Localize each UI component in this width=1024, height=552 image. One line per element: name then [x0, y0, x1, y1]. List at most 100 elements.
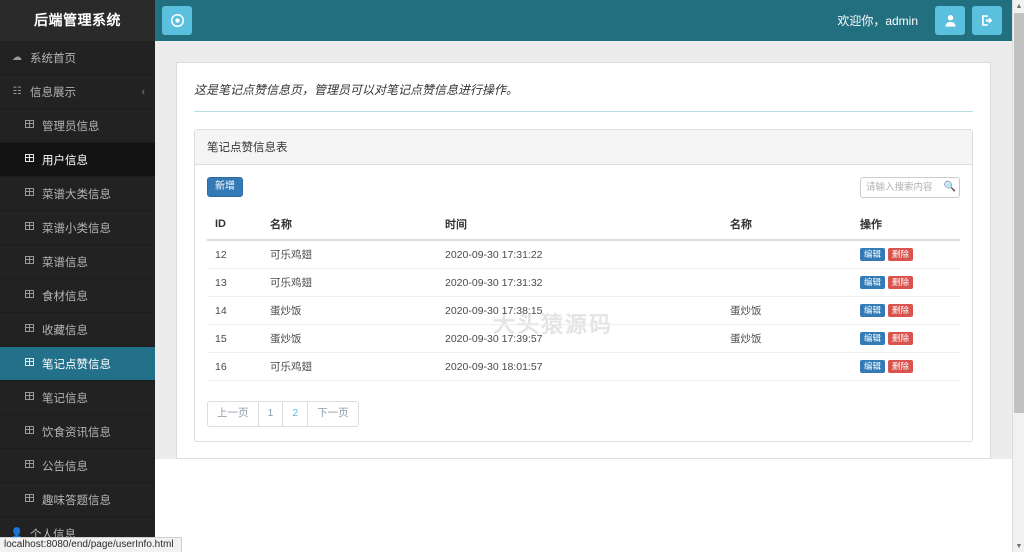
- vertical-scrollbar[interactable]: ▲ ▼: [1012, 0, 1024, 552]
- delete-button[interactable]: 删除: [888, 359, 914, 374]
- sidebar-item-favorite-info[interactable]: 收藏信息: [0, 313, 155, 347]
- user-icon: [944, 14, 956, 27]
- sidebar-item-label: 系统首页: [30, 52, 76, 65]
- sidebar-item-announcement-info[interactable]: 公告信息: [0, 449, 155, 483]
- sidebar-item-recipe-subcategory[interactable]: 菜谱小类信息: [0, 211, 155, 245]
- table-row: 15 蛋炒饭 2020-09-30 17:39:57 蛋炒饭 编辑 删除: [207, 324, 960, 353]
- sidebar-item-label: 食材信息: [42, 290, 88, 303]
- table-icon: [22, 426, 36, 437]
- cell-name: 可乐鸡翅: [262, 268, 437, 297]
- edit-button[interactable]: 编辑: [860, 275, 886, 290]
- header-right-group: 欢迎你，admin: [837, 6, 1012, 35]
- table-icon: [22, 120, 36, 131]
- page-panel: 这是笔记点赞信息页，管理员可以对笔记点赞信息进行操作。 笔记点赞信息表 新增 🔍…: [176, 62, 991, 459]
- delete-button[interactable]: 删除: [888, 331, 914, 346]
- table-toolbar: 新增 🔍: [207, 174, 960, 200]
- table-icon: [22, 222, 36, 233]
- search-box: 🔍: [860, 176, 960, 198]
- sidebar-item-admin-info[interactable]: 管理员信息: [0, 109, 155, 143]
- cell-name-2: 蛋炒饭: [722, 296, 852, 325]
- table-head: ID 名称 时间 名称 操作: [207, 209, 960, 241]
- sidebar-item-home[interactable]: ☁ 系统首页: [0, 41, 155, 75]
- sitemap-icon: ☷: [12, 85, 22, 97]
- sidebar-item-recipe-info[interactable]: 菜谱信息: [0, 245, 155, 279]
- delete-button[interactable]: 删除: [888, 303, 914, 318]
- table-icon: [22, 188, 36, 199]
- table-row: 16 可乐鸡翅 2020-09-30 18:01:57 编辑 删除: [207, 352, 960, 381]
- cell-actions: 编辑 删除: [852, 239, 960, 269]
- sidebar-item-user-info[interactable]: 用户信息: [0, 143, 155, 177]
- main-content-area: 这是笔记点赞信息页，管理员可以对笔记点赞信息进行操作。 笔记点赞信息表 新增 🔍…: [155, 41, 1012, 552]
- table-icon: [22, 494, 36, 505]
- table-row: 13 可乐鸡翅 2020-09-30 17:31:32 编辑 删除: [207, 268, 960, 297]
- sidebar-item-label: 趣味答题信息: [42, 494, 111, 507]
- sidebar-item-label: 收藏信息: [42, 324, 88, 337]
- pagination-page-2[interactable]: 2: [282, 401, 309, 427]
- edit-button[interactable]: 编辑: [860, 359, 886, 374]
- data-panel-body: 新增 🔍 大头猿源码 ID 名称: [195, 165, 972, 441]
- table-icon: [22, 154, 36, 165]
- status-bar-url: localhost:8080/end/page/userInfo.html: [0, 537, 182, 552]
- sidebar-item-diet-news-info[interactable]: 饮食资讯信息: [0, 415, 155, 449]
- sidebar-item-note-like-info[interactable]: 笔记点赞信息: [0, 347, 155, 381]
- sidebar-item-ingredient-info[interactable]: 食材信息: [0, 279, 155, 313]
- sidebar: 后端管理系统 ☁ 系统首页 ☷ 信息展示 ‹ 管理员信息 用户信息 菜谱大类信息…: [0, 0, 155, 552]
- cell-id: 12: [207, 239, 262, 269]
- logout-button[interactable]: [972, 6, 1002, 35]
- scroll-down-arrow-icon[interactable]: ▼: [1013, 540, 1024, 552]
- cell-actions: 编辑 删除: [852, 324, 960, 353]
- column-header-actions: 操作: [852, 209, 960, 241]
- sidebar-toggle-button[interactable]: [162, 6, 192, 35]
- sidebar-item-label: 笔记点赞信息: [42, 358, 111, 371]
- app-root: 后端管理系统 ☁ 系统首页 ☷ 信息展示 ‹ 管理员信息 用户信息 菜谱大类信息…: [0, 0, 1024, 552]
- table-icon: [22, 256, 36, 267]
- cell-name-2: [722, 268, 852, 297]
- sidebar-item-label: 菜谱大类信息: [42, 188, 111, 201]
- sidebar-item-note-info[interactable]: 笔记信息: [0, 381, 155, 415]
- cell-name-2: [722, 239, 852, 269]
- sidebar-item-info-display[interactable]: ☷ 信息展示 ‹: [0, 75, 155, 109]
- cell-name: 蛋炒饭: [262, 296, 437, 325]
- edit-button[interactable]: 编辑: [860, 331, 886, 346]
- delete-button[interactable]: 删除: [888, 247, 914, 262]
- sidebar-item-quiz-info[interactable]: 趣味答题信息: [0, 483, 155, 517]
- column-header-time: 时间: [437, 209, 722, 241]
- sidebar-item-label: 公告信息: [42, 460, 88, 473]
- cell-id: 16: [207, 352, 262, 381]
- pagination-next[interactable]: 下一页: [307, 401, 359, 427]
- table-icon: [22, 324, 36, 335]
- scroll-up-arrow-icon[interactable]: ▲: [1013, 0, 1024, 12]
- chevron-left-icon: ‹: [141, 86, 145, 97]
- data-panel-title: 笔记点赞信息表: [195, 130, 972, 165]
- table-icon: [22, 290, 36, 301]
- cell-name: 蛋炒饭: [262, 324, 437, 353]
- sidebar-item-label: 笔记信息: [42, 392, 88, 405]
- scrollbar-thumb[interactable]: [1014, 13, 1024, 413]
- note-like-table: ID 名称 时间 名称 操作 12 可乐鸡翅 2020-09-30 17:31:…: [207, 209, 960, 381]
- column-header-name-2: 名称: [722, 209, 852, 241]
- cell-time: 2020-09-30 17:38:15: [437, 296, 722, 325]
- pagination-page-1[interactable]: 1: [257, 401, 284, 427]
- pagination-prev[interactable]: 上一页: [207, 401, 259, 427]
- table-icon: [22, 358, 36, 369]
- sidebar-item-recipe-category[interactable]: 菜谱大类信息: [0, 177, 155, 211]
- table-icon: [22, 392, 36, 403]
- cell-id: 14: [207, 296, 262, 325]
- cell-time: 2020-09-30 17:31:32: [437, 268, 722, 297]
- page-description: 这是笔记点赞信息页，管理员可以对笔记点赞信息进行操作。: [194, 81, 973, 112]
- table-body: 12 可乐鸡翅 2020-09-30 17:31:22 编辑 删除 13 可乐鸡…: [207, 239, 960, 381]
- sidebar-item-label: 管理员信息: [42, 120, 100, 133]
- edit-button[interactable]: 编辑: [860, 303, 886, 318]
- add-button[interactable]: 新增: [207, 177, 243, 197]
- cell-actions: 编辑 删除: [852, 296, 960, 325]
- logout-icon: [981, 15, 992, 26]
- user-profile-button[interactable]: [935, 6, 965, 35]
- cell-name-2: 蛋炒饭: [722, 324, 852, 353]
- cell-id: 15: [207, 324, 262, 353]
- sidebar-item-label: 饮食资讯信息: [42, 426, 111, 439]
- delete-button[interactable]: 删除: [888, 275, 914, 290]
- search-input[interactable]: [860, 176, 960, 198]
- pagination: 上一页 1 2 下一页: [207, 401, 960, 427]
- table-header-row: ID 名称 时间 名称 操作: [207, 209, 960, 241]
- edit-button[interactable]: 编辑: [860, 247, 886, 262]
